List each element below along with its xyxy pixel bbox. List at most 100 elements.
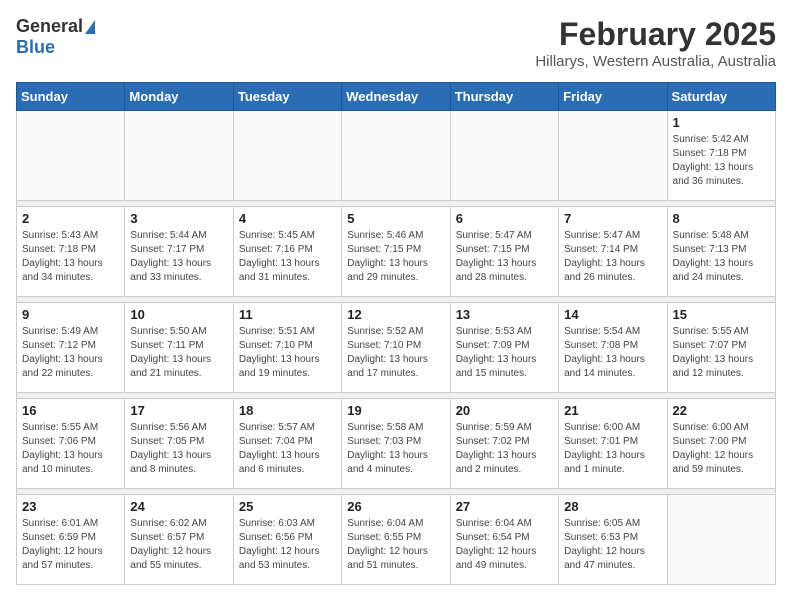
day-info: Sunrise: 6:02 AM Sunset: 6:57 PM Dayligh… [130,517,227,573]
day-number: 16 [22,403,119,418]
logo-blue-text: Blue [16,37,55,57]
calendar-week-row: 2 Sunrise: 5:43 AM Sunset: 7:18 PM Daylig… [17,207,776,297]
day-info: Sunrise: 5:57 AM Sunset: 7:04 PM Dayligh… [239,421,336,477]
day-info: Sunrise: 5:47 AM Sunset: 7:15 PM Dayligh… [456,229,553,285]
calendar-cell [559,111,667,201]
day-info: Sunrise: 5:43 AM Sunset: 7:18 PM Dayligh… [22,229,119,285]
day-number: 13 [456,307,553,322]
day-info: Sunrise: 5:52 AM Sunset: 7:10 PM Dayligh… [347,325,444,381]
day-number: 27 [456,499,553,514]
calendar-cell: 17Sunrise: 5:56 AM Sunset: 7:05 PM Dayli… [125,399,233,489]
day-info: Sunrise: 6:00 AM Sunset: 7:01 PM Dayligh… [564,421,661,477]
calendar-cell: 18Sunrise: 5:57 AM Sunset: 7:04 PM Dayli… [233,399,341,489]
weekday-header-wednesday: Wednesday [342,83,450,111]
day-info: Sunrise: 5:48 AM Sunset: 7:13 PM Dayligh… [673,229,770,285]
logo-general-text: General [16,16,83,37]
weekday-header-friday: Friday [559,83,667,111]
day-info: Sunrise: 6:01 AM Sunset: 6:59 PM Dayligh… [22,517,119,573]
calendar-cell: 25 Sunrise: 6:03 AM Sunset: 6:56 PM Dayli… [233,495,341,585]
calendar-cell: 23 Sunrise: 6:01 AM Sunset: 6:59 PM Dayli… [17,495,125,585]
day-number: 26 [347,499,444,514]
day-info: Sunrise: 5:55 AM Sunset: 7:06 PM Dayligh… [22,421,119,477]
calendar-cell: 8 Sunrise: 5:48 AM Sunset: 7:13 PM Daylig… [667,207,775,297]
day-number: 9 [22,307,119,322]
title-area: February 2025 Hillarys, Western Australi… [535,16,776,70]
calendar-cell: 22 Sunrise: 6:00 AM Sunset: 7:00 PM Dayli… [667,399,775,489]
calendar-cell [342,111,450,201]
day-number: 25 [239,499,336,514]
day-number: 12 [347,307,444,322]
day-number: 4 [239,211,336,226]
logo: General Blue [16,16,95,58]
day-number: 11 [239,307,336,322]
header: General Blue February 2025 Hillarys, Wes… [16,16,776,70]
day-number: 7 [564,211,661,226]
calendar-cell: 14Sunrise: 5:54 AM Sunset: 7:08 PM Dayli… [559,303,667,393]
calendar-cell [450,111,558,201]
calendar-cell: 6 Sunrise: 5:47 AM Sunset: 7:15 PM Daylig… [450,207,558,297]
day-info: Sunrise: 6:03 AM Sunset: 6:56 PM Dayligh… [239,517,336,573]
weekday-header-monday: Monday [125,83,233,111]
calendar-cell [233,111,341,201]
calendar-cell: 9Sunrise: 5:49 AM Sunset: 7:12 PM Daylig… [17,303,125,393]
day-number: 22 [673,403,770,418]
calendar-week-row: 1 Sunrise: 5:42 AM Sunset: 7:18 PM Daylig… [17,111,776,201]
calendar-table: SundayMondayTuesdayWednesdayThursdayFrid… [16,82,776,585]
calendar-cell: 28Sunrise: 6:05 AM Sunset: 6:53 PM Dayli… [559,495,667,585]
day-number: 1 [673,115,770,130]
day-info: Sunrise: 5:58 AM Sunset: 7:03 PM Dayligh… [347,421,444,477]
day-info: Sunrise: 5:42 AM Sunset: 7:18 PM Dayligh… [673,133,770,189]
day-number: 19 [347,403,444,418]
day-info: Sunrise: 5:53 AM Sunset: 7:09 PM Dayligh… [456,325,553,381]
day-info: Sunrise: 5:59 AM Sunset: 7:02 PM Dayligh… [456,421,553,477]
day-info: Sunrise: 5:45 AM Sunset: 7:16 PM Dayligh… [239,229,336,285]
weekday-header-sunday: Sunday [17,83,125,111]
month-title: February 2025 [535,16,776,53]
calendar-cell: 20 Sunrise: 5:59 AM Sunset: 7:02 PM Dayli… [450,399,558,489]
calendar-cell: 19 Sunrise: 5:58 AM Sunset: 7:03 PM Dayli… [342,399,450,489]
day-info: Sunrise: 5:51 AM Sunset: 7:10 PM Dayligh… [239,325,336,381]
calendar-cell: 7 Sunrise: 5:47 AM Sunset: 7:14 PM Daylig… [559,207,667,297]
location-title: Hillarys, Western Australia, Australia [535,53,776,70]
weekday-header-row: SundayMondayTuesdayWednesdayThursdayFrid… [17,83,776,111]
calendar-cell: 21 Sunrise: 6:00 AM Sunset: 7:01 PM Dayli… [559,399,667,489]
calendar-cell [17,111,125,201]
day-info: Sunrise: 5:46 AM Sunset: 7:15 PM Dayligh… [347,229,444,285]
day-number: 8 [673,211,770,226]
day-number: 21 [564,403,661,418]
day-number: 3 [130,211,227,226]
calendar-cell [125,111,233,201]
calendar-cell: 4 Sunrise: 5:45 AM Sunset: 7:16 PM Daylig… [233,207,341,297]
calendar-cell: 11 Sunrise: 5:51 AM Sunset: 7:10 PM Dayli… [233,303,341,393]
day-number: 6 [456,211,553,226]
calendar-week-row: 23 Sunrise: 6:01 AM Sunset: 6:59 PM Dayli… [17,495,776,585]
calendar-cell: 10 Sunrise: 5:50 AM Sunset: 7:11 PM Dayli… [125,303,233,393]
day-number: 5 [347,211,444,226]
day-info: Sunrise: 6:04 AM Sunset: 6:55 PM Dayligh… [347,517,444,573]
calendar-week-row: 16 Sunrise: 5:55 AM Sunset: 7:06 PM Dayli… [17,399,776,489]
day-info: Sunrise: 6:04 AM Sunset: 6:54 PM Dayligh… [456,517,553,573]
weekday-header-saturday: Saturday [667,83,775,111]
calendar-cell: 1 Sunrise: 5:42 AM Sunset: 7:18 PM Daylig… [667,111,775,201]
calendar-cell: 16 Sunrise: 5:55 AM Sunset: 7:06 PM Dayli… [17,399,125,489]
calendar-cell: 15Sunrise: 5:55 AM Sunset: 7:07 PM Dayli… [667,303,775,393]
calendar-cell: 12 Sunrise: 5:52 AM Sunset: 7:10 PM Dayli… [342,303,450,393]
day-number: 2 [22,211,119,226]
calendar-week-row: 9Sunrise: 5:49 AM Sunset: 7:12 PM Daylig… [17,303,776,393]
calendar-cell: 27 Sunrise: 6:04 AM Sunset: 6:54 PM Dayli… [450,495,558,585]
calendar-cell: 3 Sunrise: 5:44 AM Sunset: 7:17 PM Daylig… [125,207,233,297]
logo-icon [85,20,95,34]
calendar-cell: 24 Sunrise: 6:02 AM Sunset: 6:57 PM Dayli… [125,495,233,585]
day-number: 20 [456,403,553,418]
calendar-cell: 13 Sunrise: 5:53 AM Sunset: 7:09 PM Dayli… [450,303,558,393]
day-number: 23 [22,499,119,514]
day-number: 24 [130,499,227,514]
day-info: Sunrise: 5:50 AM Sunset: 7:11 PM Dayligh… [130,325,227,381]
day-info: Sunrise: 5:47 AM Sunset: 7:14 PM Dayligh… [564,229,661,285]
day-info: Sunrise: 6:00 AM Sunset: 7:00 PM Dayligh… [673,421,770,477]
day-info: Sunrise: 5:44 AM Sunset: 7:17 PM Dayligh… [130,229,227,285]
day-number: 10 [130,307,227,322]
calendar-cell: 26 Sunrise: 6:04 AM Sunset: 6:55 PM Dayli… [342,495,450,585]
day-info: Sunrise: 5:56 AM Sunset: 7:05 PM Dayligh… [130,421,227,477]
calendar-cell: 5 Sunrise: 5:46 AM Sunset: 7:15 PM Daylig… [342,207,450,297]
